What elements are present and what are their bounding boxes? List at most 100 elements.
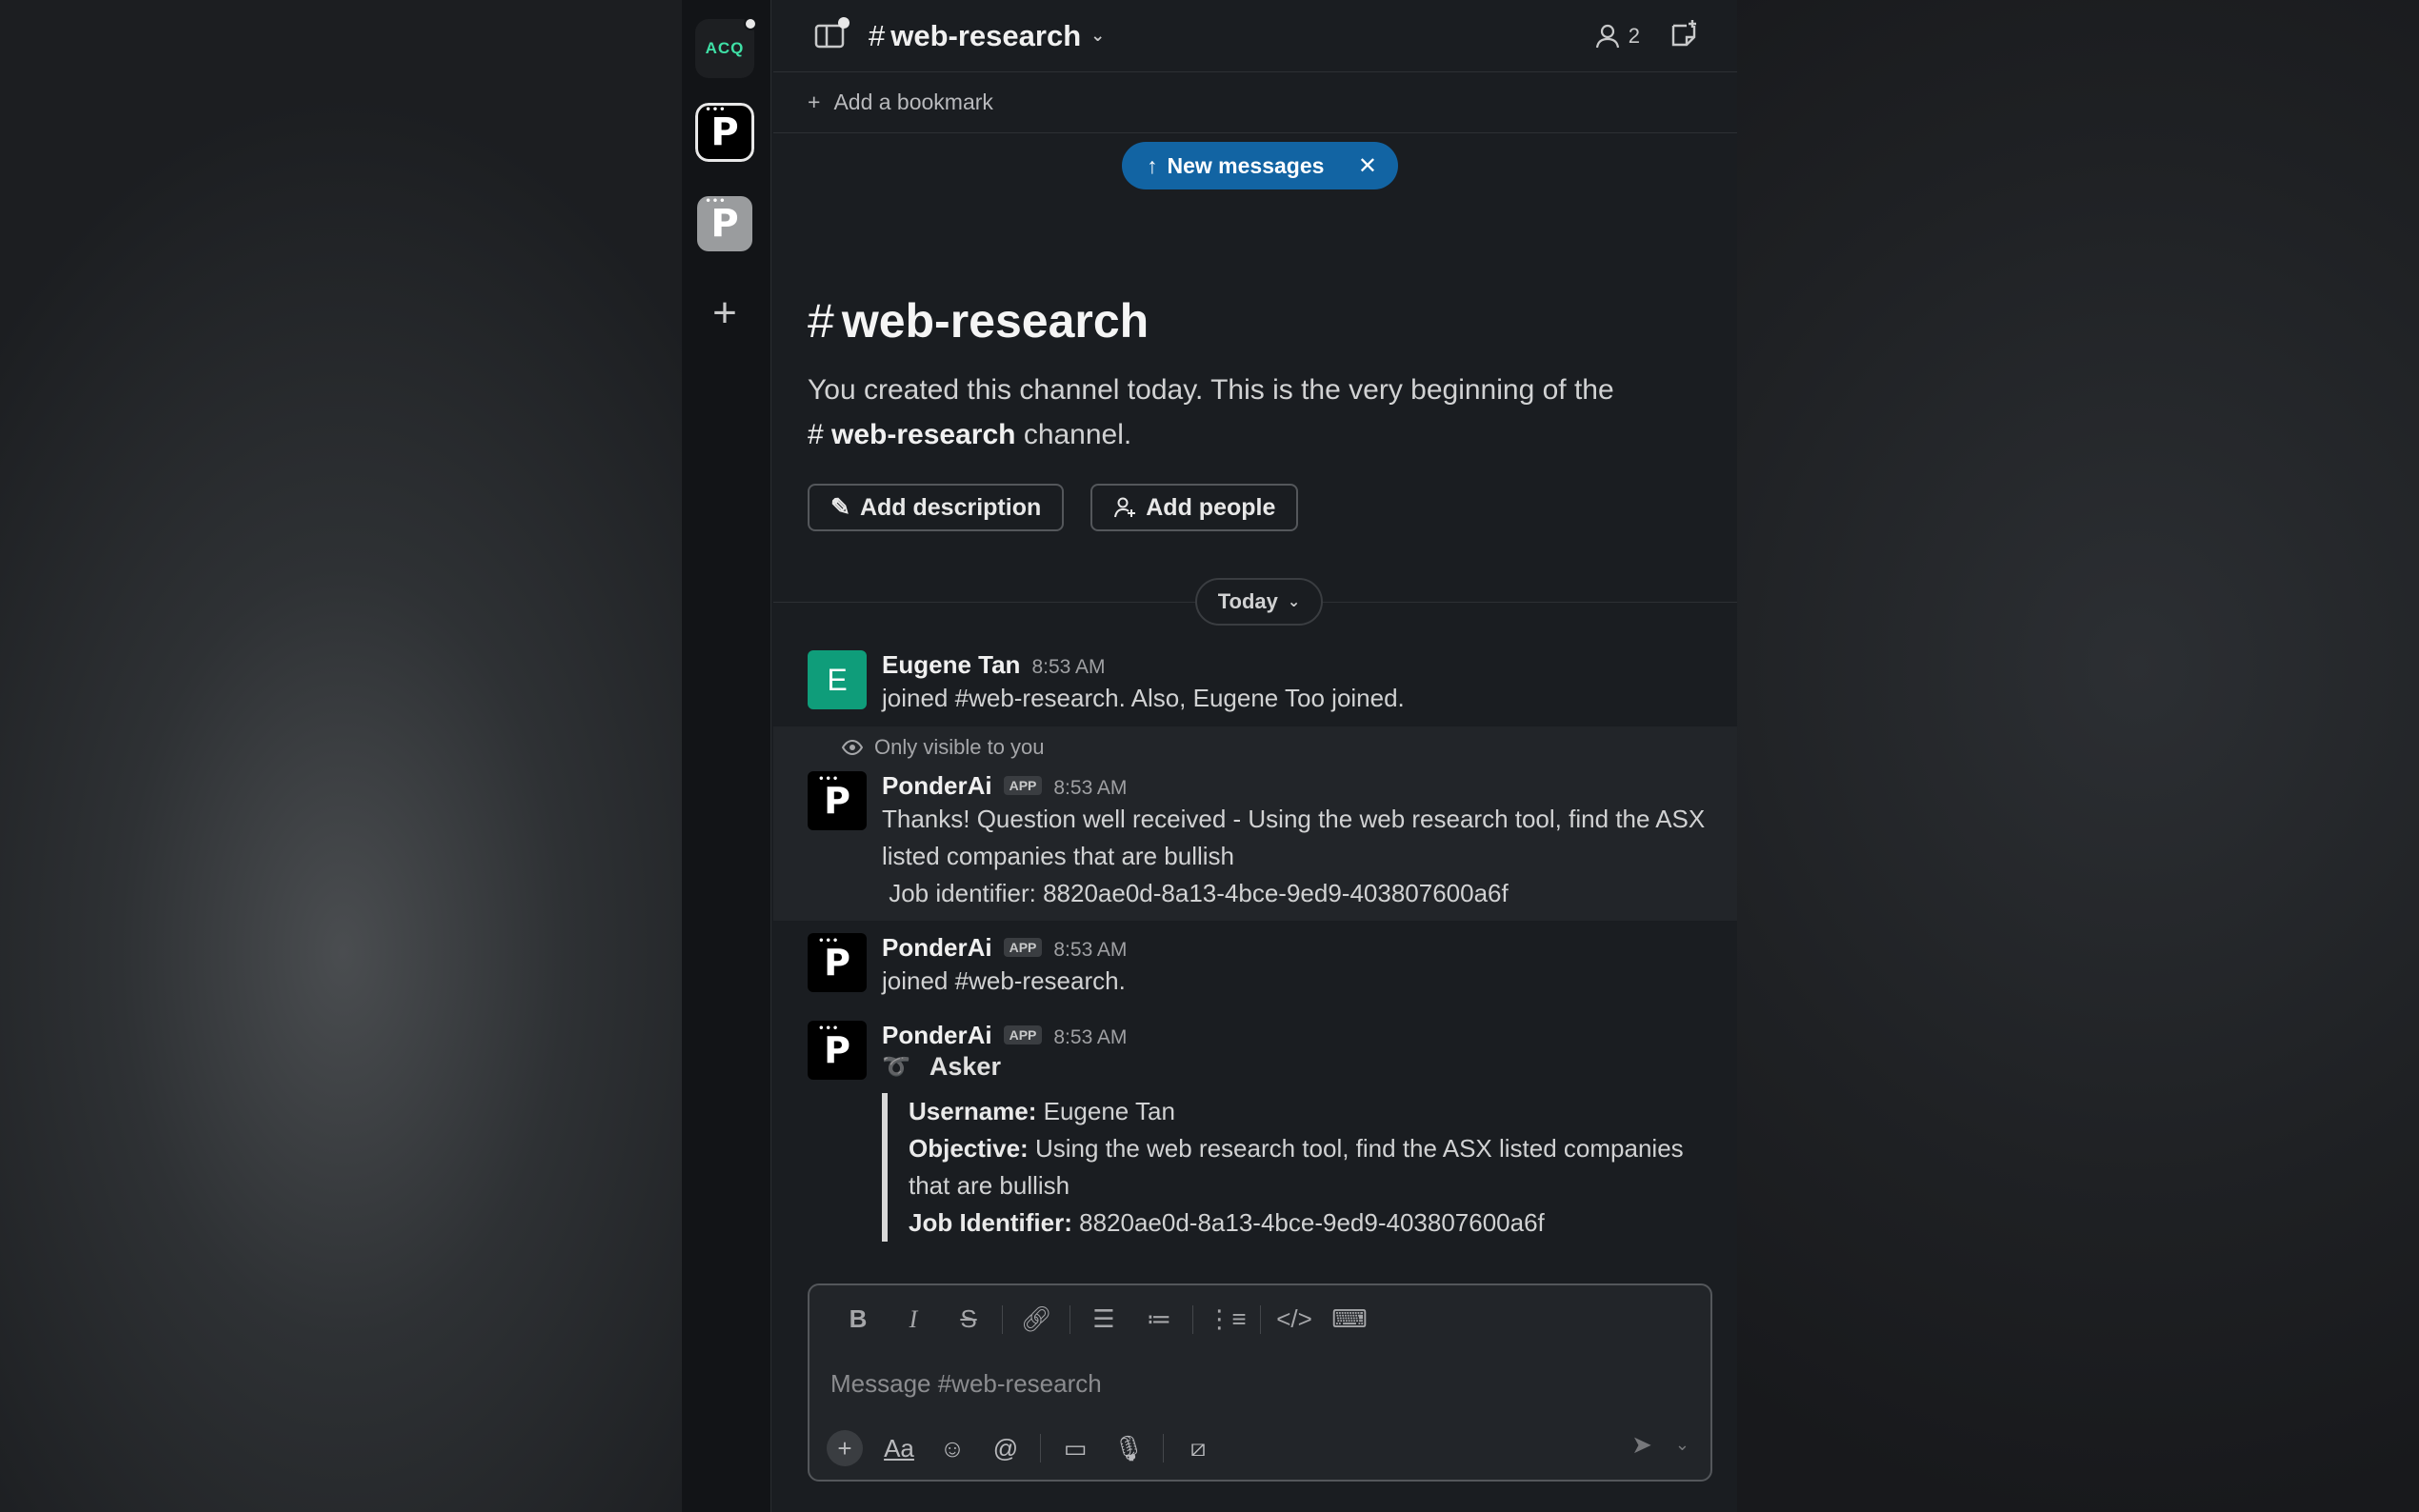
- username-value: Eugene Tan: [1036, 1097, 1175, 1125]
- sidebar-toggle-icon[interactable]: [811, 16, 850, 55]
- plus-icon[interactable]: +: [808, 90, 820, 115]
- message-header: Eugene Tan 8:53 AM: [882, 650, 1722, 680]
- channel-title-text: web-research: [890, 18, 1082, 52]
- add-people-label: Add people: [1146, 493, 1276, 521]
- add-bookmark-link[interactable]: Add a bookmark: [833, 90, 992, 115]
- message-ponder-join: P PonderAi APP 8:53 AM joined #web-resea…: [808, 933, 1722, 1000]
- mention-icon[interactable]: @: [979, 1434, 1032, 1463]
- intro-channel-ref-text: web-research: [831, 419, 1016, 450]
- add-person-icon: [1114, 497, 1136, 518]
- ponder-logo-icon: P: [705, 106, 738, 151]
- chevron-down-icon[interactable]: ⌄: [1675, 1435, 1689, 1455]
- formatting-toggle-icon[interactable]: Aa: [872, 1434, 926, 1463]
- timestamp[interactable]: 8:53 AM: [1053, 1026, 1127, 1049]
- intro-title: # web-research: [808, 293, 1722, 348]
- intro-title-text: web-research: [841, 294, 1150, 348]
- message-text: joined #web-research. Also, Eugene Too j…: [882, 684, 1405, 712]
- date-divider-today[interactable]: Today ⌄: [1195, 578, 1323, 626]
- add-workspace-icon[interactable]: +: [695, 284, 754, 343]
- channel-title[interactable]: # web-research ⌄: [869, 19, 1105, 53]
- job-identifier-line: Job identifier: 8820ae0d-8a13-4bce-9ed9-…: [882, 879, 1509, 907]
- avatar[interactable]: E: [808, 650, 867, 709]
- asker-details-quote: Username: Eugene Tan Objective: Using th…: [882, 1093, 1722, 1242]
- question-mark-icon: ➰: [882, 1054, 910, 1080]
- timestamp[interactable]: 8:53 AM: [1053, 939, 1127, 962]
- new-messages-label: New messages: [1167, 152, 1325, 178]
- timestamp[interactable]: 8:53 AM: [1031, 656, 1105, 679]
- hash-icon: #: [808, 419, 832, 450]
- app-badge: APP: [1003, 1025, 1043, 1044]
- username-label: Username:: [909, 1097, 1037, 1125]
- bookmark-bar: + Add a bookmark: [773, 72, 1737, 133]
- close-icon[interactable]: ✕: [1358, 152, 1377, 180]
- only-visible-notice: Only visible to you: [842, 735, 1045, 760]
- app-badge: APP: [1003, 776, 1043, 795]
- workspace-ponder-active[interactable]: P: [693, 101, 756, 164]
- send-icon[interactable]: ➤: [1631, 1430, 1652, 1460]
- code-icon[interactable]: </>: [1267, 1304, 1322, 1334]
- avatar[interactable]: P: [808, 771, 867, 830]
- workspace-ponder-secondary[interactable]: P: [697, 196, 752, 251]
- toolbar-separator: [1192, 1304, 1193, 1334]
- new-messages-label-group: ↑ New messages: [1147, 153, 1324, 179]
- canvas-icon[interactable]: [1669, 18, 1699, 54]
- slack-window: ACQ P P + # web-research ⌄ 2: [682, 0, 1737, 1512]
- ponder-logo-icon: P: [705, 197, 738, 243]
- message-ponder-received: P PonderAi APP 8:53 AM Thanks! Question …: [808, 771, 1722, 912]
- message-eugene-join: E Eugene Tan 8:53 AM joined #web-researc…: [808, 650, 1722, 717]
- user-name[interactable]: PonderAi: [882, 933, 992, 963]
- job-identifier-row: Job Identifier: 8820ae0d-8a13-4bce-9ed9-…: [909, 1204, 1722, 1242]
- channel-main: # web-research ⌄ 2 + Add a bookmark ↑ Ne…: [773, 0, 1737, 1512]
- video-icon[interactable]: ▭: [1049, 1434, 1102, 1463]
- user-name[interactable]: Eugene Tan: [882, 650, 1020, 680]
- job-identifier-value: 8820ae0d-8a13-4bce-9ed9-403807600a6f: [1071, 1208, 1545, 1237]
- code-block-icon[interactable]: ⌨︎: [1322, 1304, 1377, 1334]
- avatar[interactable]: P: [808, 1021, 867, 1080]
- person-icon: [1595, 24, 1619, 48]
- timestamp[interactable]: 8:53 AM: [1053, 777, 1127, 800]
- message-header: PonderAi APP 8:53 AM: [882, 933, 1722, 963]
- app-badge: APP: [1003, 938, 1043, 957]
- bulleted-list-icon[interactable]: ≔: [1131, 1304, 1187, 1334]
- intro-channel-ref[interactable]: # web-research: [808, 419, 1015, 450]
- asker-heading: ➰ Asker: [882, 1052, 1722, 1082]
- attach-plus-icon[interactable]: +: [827, 1430, 863, 1466]
- hash-icon: #: [808, 294, 834, 348]
- add-people-button[interactable]: Add people: [1090, 484, 1299, 531]
- workspace-rail: ACQ P P +: [682, 0, 771, 1512]
- italic-icon[interactable]: I: [886, 1305, 941, 1334]
- members-button[interactable]: 2: [1594, 23, 1640, 50]
- intro-line-end: channel.: [1023, 419, 1132, 450]
- emoji-icon[interactable]: ☺: [926, 1434, 979, 1463]
- user-name[interactable]: PonderAi: [882, 1021, 992, 1050]
- new-messages-banner[interactable]: ↑ New messages ✕: [1122, 142, 1398, 189]
- add-description-label: Add description: [859, 493, 1042, 521]
- link-icon[interactable]: 🔗︎: [1009, 1304, 1064, 1334]
- workspace-acq[interactable]: ACQ: [695, 17, 757, 78]
- header-actions: 2: [1594, 18, 1699, 54]
- intro-actions: ✎ Add description Add people: [808, 484, 1722, 531]
- send-controls: ➤ ⌄: [1631, 1430, 1689, 1460]
- message-header: PonderAi APP 8:53 AM: [882, 771, 1722, 801]
- asker-title: Asker: [929, 1052, 1001, 1081]
- strikethrough-icon[interactable]: S: [941, 1304, 996, 1334]
- blockquote-icon[interactable]: ⋮≡: [1199, 1304, 1254, 1334]
- user-name[interactable]: PonderAi: [882, 771, 992, 801]
- intro-text: You created this channel today. This is …: [808, 368, 1722, 457]
- microphone-icon[interactable]: 🎙︎: [1102, 1434, 1155, 1463]
- only-visible-text: Only visible to you: [874, 735, 1045, 759]
- bold-icon[interactable]: B: [830, 1304, 886, 1334]
- numbered-list-icon[interactable]: ☰: [1076, 1304, 1131, 1334]
- objective-label: Objective:: [909, 1134, 1029, 1163]
- objective-row: Objective: Using the web research tool, …: [909, 1130, 1722, 1204]
- pencil-icon: ✎: [830, 494, 850, 521]
- slash-command-icon[interactable]: ⧄: [1171, 1433, 1225, 1463]
- chevron-down-icon: ⌄: [1287, 594, 1301, 610]
- message-composer: B I S 🔗︎ ☰ ≔ ⋮≡ </> ⌨︎ Message #web-rese…: [808, 1283, 1712, 1482]
- username-row: Username: Eugene Tan: [909, 1093, 1722, 1130]
- add-description-button[interactable]: ✎ Add description: [808, 484, 1065, 531]
- message-input[interactable]: Message #web-research: [830, 1369, 1102, 1399]
- workspace-acq-label: ACQ: [705, 39, 745, 57]
- avatar[interactable]: P: [808, 933, 867, 992]
- message-body: PonderAi APP 8:53 AM ➰ Asker Username: E…: [882, 1021, 1722, 1242]
